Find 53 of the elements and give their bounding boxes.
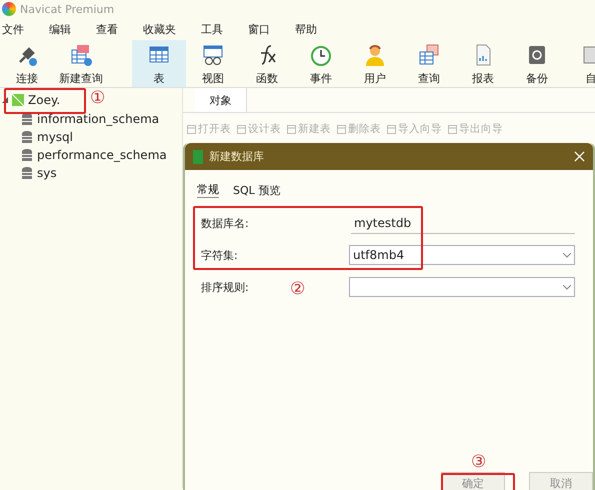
tab[interactable]: SQL 预览 [233, 182, 280, 198]
menu-item[interactable]: 文件 [0, 22, 26, 36]
close-button[interactable] [574, 148, 585, 164]
table-icon [448, 124, 457, 134]
dropdown[interactable]: utf8mb4 [349, 245, 575, 265]
menu-item[interactable]: 收藏夹 [141, 22, 178, 36]
connection-icon [12, 94, 24, 106]
database-icon [22, 131, 32, 143]
field-label: 数据库名: [201, 216, 249, 230]
dialog-title: 新建数据库 [209, 149, 265, 164]
tree-item[interactable]: performance_schema [37, 148, 167, 162]
tab[interactable]: 常规 [197, 182, 219, 198]
tree-item[interactable]: mysql [37, 130, 73, 144]
window-title: Navicat Premium [20, 2, 114, 16]
tree-item[interactable]: information_schema [37, 112, 160, 126]
toolbar-button[interactable]: 查询 [402, 40, 456, 87]
close-icon [574, 150, 585, 162]
field-label: 排序规则: [201, 280, 249, 294]
menu-item[interactable]: 帮助 [293, 22, 319, 36]
app-logo-icon [2, 2, 16, 16]
database-icon [22, 149, 32, 161]
tree-item[interactable]: sys [37, 166, 57, 180]
menu-item[interactable]: 工具 [199, 22, 225, 36]
toolbar-button[interactable]: 连接 [0, 40, 54, 87]
caret-icon [563, 284, 571, 290]
table-icon [287, 124, 296, 134]
table-icon [337, 124, 346, 134]
menu-item[interactable]: 窗口 [246, 22, 272, 36]
toolbar-button[interactable]: 视图 [186, 40, 240, 87]
toolbar-button[interactable]: 事件 [294, 40, 348, 87]
tree-item[interactable]: Zoey. [28, 93, 60, 107]
toolbar-button[interactable]: 新建查询 [54, 40, 108, 87]
table-icon [387, 124, 396, 134]
database-icon [22, 167, 32, 179]
text-field[interactable]: mytestdb [351, 212, 575, 234]
menu-item[interactable]: 编辑 [47, 22, 73, 36]
toolbar-button[interactable]: 自 [564, 40, 595, 87]
toolbar-button[interactable]: 备份 [510, 40, 564, 87]
database-icon [193, 150, 203, 164]
step-marker: ① [90, 88, 106, 108]
table-icon [187, 124, 196, 134]
toolbar-button[interactable]: 用户 [348, 40, 402, 87]
menu-item[interactable]: 查看 [94, 22, 120, 36]
database-icon [22, 113, 32, 125]
step-marker: ② [290, 279, 306, 299]
step-marker: ③ [471, 452, 486, 472]
caret-icon [563, 252, 571, 258]
toolbar-button[interactable]: 函数 [240, 40, 294, 87]
toolbar-button[interactable]: 报表 [456, 40, 510, 87]
field-label: 字符集: [201, 248, 238, 262]
table-icon [237, 124, 246, 134]
tab[interactable]: 对象 [195, 88, 247, 112]
toolbar-button[interactable]: 表 [132, 40, 186, 87]
